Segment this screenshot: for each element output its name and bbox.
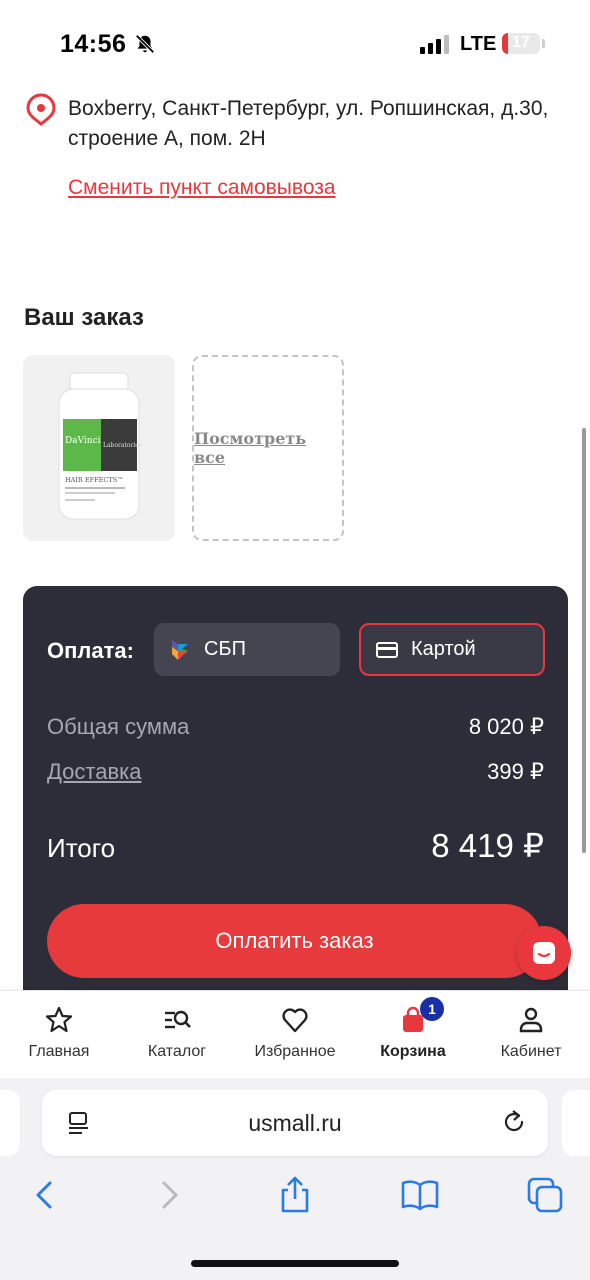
scrollbar[interactable] <box>582 428 586 853</box>
product-brand: DaVinci <box>65 436 101 446</box>
user-icon <box>519 1007 543 1033</box>
share-icon[interactable] <box>275 1175 315 1215</box>
product-bottle-image: DaVinci Laboratories HAIR EFFECTS™ <box>58 372 142 520</box>
signal-icon <box>420 35 449 54</box>
home-indicator[interactable] <box>191 1260 399 1267</box>
nav-item-catalog[interactable]: Каталог <box>118 1005 236 1061</box>
pickup-address: Boxberry, Санкт-Петербург, ул. Ропшинска… <box>68 97 549 150</box>
reload-icon[interactable] <box>500 1108 528 1136</box>
total-label: Итого <box>47 833 116 863</box>
nav-item-cart[interactable]: 1 Корзина <box>354 997 472 1061</box>
payment-label: Оплата: <box>47 638 134 663</box>
bottom-nav: Главная Каталог Избранное 1 Корзина Каби… <box>0 990 590 1078</box>
chat-icon <box>533 942 555 964</box>
tabs-icon[interactable] <box>525 1175 565 1215</box>
support-chat-button[interactable] <box>517 926 571 980</box>
payment-option-sbp[interactable]: СБП <box>154 623 340 676</box>
change-pickup-link[interactable]: Сменить пункт самовывоза <box>68 176 336 200</box>
subtotal-value: 8 020 ₽ <box>468 714 544 739</box>
credit-card-icon <box>376 641 398 658</box>
delivery-row: Доставка 399 ₽ <box>47 759 544 785</box>
url-text[interactable]: usmall.ru <box>42 1110 548 1137</box>
catalog-search-icon <box>165 1010 191 1029</box>
back-icon[interactable] <box>24 1175 64 1215</box>
battery-percent: 17 <box>512 34 530 51</box>
location-pin-icon <box>26 93 56 126</box>
nav-item-favorites[interactable]: Избранное <box>236 1005 354 1061</box>
payment-option-card-label: Картой <box>411 638 476 660</box>
forward-icon[interactable] <box>150 1175 190 1215</box>
subtotal-row: Общая сумма 8 020 ₽ <box>47 714 544 740</box>
product-thumbnail[interactable]: DaVinci Laboratories HAIR EFFECTS™ <box>23 355 175 541</box>
product-name: HAIR EFFECTS™ <box>65 476 124 484</box>
payment-option-sbp-label: СБП <box>204 638 246 660</box>
pay-order-button[interactable]: Оплатить заказ <box>47 904 542 978</box>
nav-item-catalog-label: Каталог <box>147 1043 207 1060</box>
nav-item-home[interactable]: Главная <box>0 1005 118 1061</box>
nav-item-favorites-label: Избранное <box>254 1043 336 1060</box>
status-time: 14:56 <box>60 30 127 58</box>
status-bar: 14:56 LTE 17 <box>0 0 590 88</box>
delivery-value: 399 ₽ <box>487 759 544 784</box>
view-all-link[interactable]: Посмотреть все <box>194 429 342 467</box>
delivery-link[interactable]: Доставка <box>47 759 141 785</box>
sbp-logo-icon <box>172 639 188 660</box>
nav-item-account[interactable]: Кабинет <box>472 1005 590 1061</box>
total-value: 8 419 ₽ <box>431 827 544 864</box>
cart-count-badge: 1 <box>420 997 444 1021</box>
total-row: Итого 8 419 ₽ <box>47 826 544 865</box>
network-type: LTE <box>460 33 497 55</box>
subtotal-label: Общая сумма <box>47 714 190 739</box>
nav-item-home-label: Главная <box>28 1043 90 1060</box>
battery-tip <box>542 39 545 48</box>
heart-icon <box>282 1008 308 1033</box>
order-title: Ваш заказ <box>24 304 144 331</box>
view-all-tile[interactable]: Посмотреть все <box>192 355 344 541</box>
star-icon <box>45 1006 73 1033</box>
battery-icon: 17 <box>502 33 540 54</box>
previous-tab[interactable] <box>0 1090 20 1156</box>
bookmarks-icon[interactable] <box>400 1175 440 1215</box>
payment-option-card[interactable]: Картой <box>359 623 545 676</box>
next-tab[interactable] <box>562 1090 590 1156</box>
bell-muted-icon <box>135 34 155 54</box>
payment-panel: Оплата: СБП Картой Общая сумма 8 020 ₽ Д… <box>23 586 568 1006</box>
product-brand-suffix: Laboratories <box>103 442 142 449</box>
nav-item-cart-label: Корзина <box>380 1043 446 1060</box>
address-bar[interactable]: usmall.ru <box>42 1090 548 1156</box>
nav-item-account-label: Кабинет <box>500 1043 562 1060</box>
